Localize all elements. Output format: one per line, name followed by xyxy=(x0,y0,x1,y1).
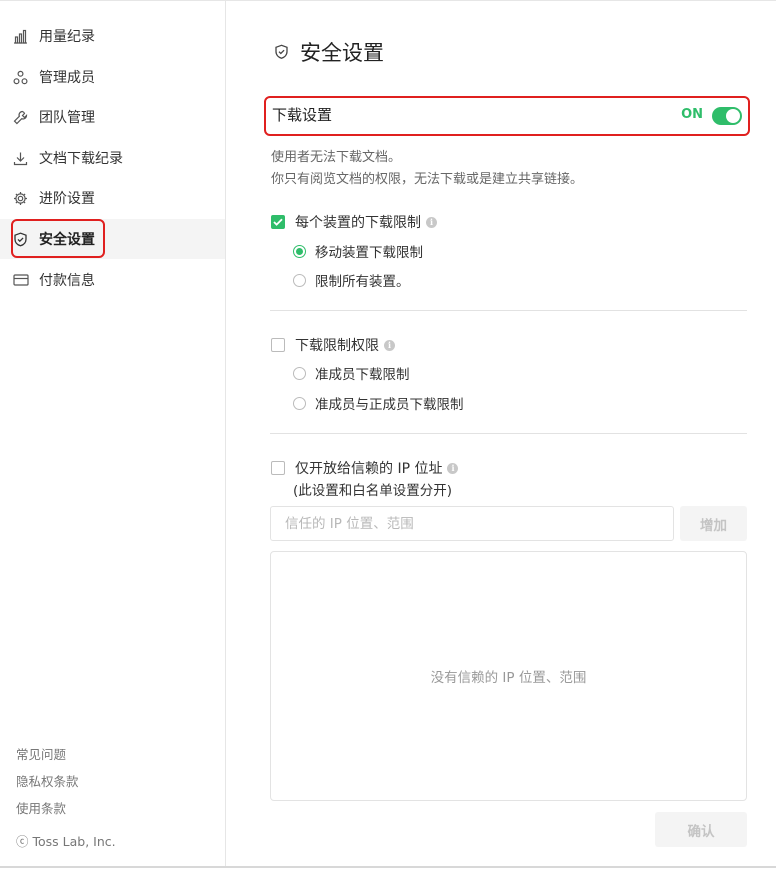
credit-card-icon xyxy=(12,272,29,289)
add-ip-button[interactable]: 增加 xyxy=(680,506,747,541)
gear-icon xyxy=(12,190,29,207)
faq-link[interactable]: 常见问题 xyxy=(16,745,79,772)
privacy-link[interactable]: 隐私权条款 xyxy=(16,772,79,799)
shield-icon xyxy=(274,44,290,60)
sidebar-item-label: 进阶设置 xyxy=(39,191,95,207)
radio-associate-member-limit[interactable]: 准成员下载限制 xyxy=(293,363,410,383)
trusted-ip-list: 没有信赖的 IP 位置、范围 xyxy=(270,551,747,801)
download-settings-description: 使用者无法下载文档。 你只有阅览文档的权限，无法下载或是建立共享链接。 xyxy=(271,147,583,191)
info-icon[interactable]: i xyxy=(384,339,395,351)
sidebar-footer: 常见问题 隐私权条款 使用条款 xyxy=(16,745,79,826)
info-icon[interactable]: i xyxy=(447,462,459,474)
download-settings-toggle[interactable] xyxy=(712,107,742,125)
sidebar: 用量纪录 管理成员 团队管理 文档下载纪录 进阶设置 安全设置 付款信息 常见问… xyxy=(0,1,226,866)
sidebar-item-label: 安全设置 xyxy=(39,232,95,248)
download-icon xyxy=(12,150,29,167)
trusted-ip-label: 仅开放给信赖的 IP 位址 xyxy=(295,461,443,477)
radio-label: 准成员与正成员下载限制 xyxy=(315,397,464,413)
description-line: 你只有阅览文档的权限，无法下载或是建立共享链接。 xyxy=(271,172,584,187)
radio-associate-and-full-member-limit[interactable]: 准成员与正成员下载限制 xyxy=(293,393,464,413)
info-icon[interactable]: i xyxy=(426,216,437,228)
members-icon xyxy=(12,69,29,86)
description-line: 使用者无法下载文档。 xyxy=(271,150,402,165)
section-divider xyxy=(270,310,747,311)
section-divider xyxy=(270,433,747,434)
sidebar-item-label: 团队管理 xyxy=(39,110,95,126)
page-title: 安全设置 xyxy=(300,41,384,65)
empty-state-text: 没有信赖的 IP 位置、范围 xyxy=(430,670,587,686)
terms-link[interactable]: 使用条款 xyxy=(16,799,79,826)
confirm-button[interactable]: 确认 xyxy=(655,812,747,847)
shield-icon xyxy=(12,231,29,248)
trusted-ip-note: (此设置和白名单设置分开) xyxy=(293,483,453,499)
window-bottom-border xyxy=(0,866,776,868)
main-content: 安全设置 下载设置 ON 使用者无法下载文档。 你只有阅览文档的权限，无法下载或… xyxy=(226,1,776,866)
radio-button[interactable] xyxy=(293,396,306,410)
radio-label: 限制所有装置。 xyxy=(315,274,410,290)
sidebar-item-label: 管理成员 xyxy=(39,70,95,86)
trusted-ip-checkbox-row[interactable]: 仅开放给信赖的 IP 位址 i xyxy=(271,458,459,478)
trusted-ip-input[interactable] xyxy=(270,506,674,541)
sidebar-item-label: 文档下载纪录 xyxy=(39,151,123,167)
radio-label: 移动装置下载限制 xyxy=(315,245,423,261)
device-limit-label: 每个装置的下载限制 xyxy=(295,215,421,231)
sidebar-item-manage-members[interactable]: 管理成员 xyxy=(0,57,225,97)
wrench-icon xyxy=(12,109,29,126)
trusted-ip-checkbox[interactable] xyxy=(271,461,285,475)
sidebar-item-label: 用量纪录 xyxy=(39,29,95,45)
download-settings-title: 下载设置 xyxy=(272,106,333,124)
radio-button[interactable] xyxy=(293,273,306,287)
sidebar-item-payment-info[interactable]: 付款信息 xyxy=(0,260,225,300)
sidebar-item-label: 付款信息 xyxy=(39,273,95,289)
permission-limit-checkbox[interactable] xyxy=(271,338,285,352)
sidebar-item-download-log[interactable]: 文档下载纪录 xyxy=(0,138,225,178)
page-header: 安全设置 xyxy=(274,37,384,67)
bar-chart-icon xyxy=(12,28,29,45)
device-limit-checkbox[interactable] xyxy=(271,215,285,229)
sidebar-item-advanced-settings[interactable]: 进阶设置 xyxy=(0,178,225,218)
sidebar-item-security-settings[interactable]: 安全设置 xyxy=(0,219,225,259)
permission-limit-checkbox-row[interactable]: 下载限制权限 i xyxy=(271,335,395,355)
sidebar-item-team-management[interactable]: 团队管理 xyxy=(0,97,225,137)
toggle-state-label: ON xyxy=(681,107,703,122)
radio-mobile-download-limit[interactable]: 移动装置下载限制 xyxy=(293,241,423,261)
toggle-knob xyxy=(726,109,740,123)
device-limit-checkbox-row[interactable]: 每个装置的下载限制 i xyxy=(271,212,437,232)
radio-limit-all-devices[interactable]: 限制所有装置。 xyxy=(293,270,410,290)
radio-label: 准成员下载限制 xyxy=(315,367,410,383)
copyright: ⓒ Toss Lab, Inc. xyxy=(16,834,116,849)
radio-button[interactable] xyxy=(293,366,306,380)
radio-button[interactable] xyxy=(293,244,306,258)
permission-limit-label: 下载限制权限 xyxy=(295,338,379,354)
download-settings-header: 下载设置 ON xyxy=(264,96,750,136)
sidebar-item-usage-log[interactable]: 用量纪录 xyxy=(0,16,225,56)
